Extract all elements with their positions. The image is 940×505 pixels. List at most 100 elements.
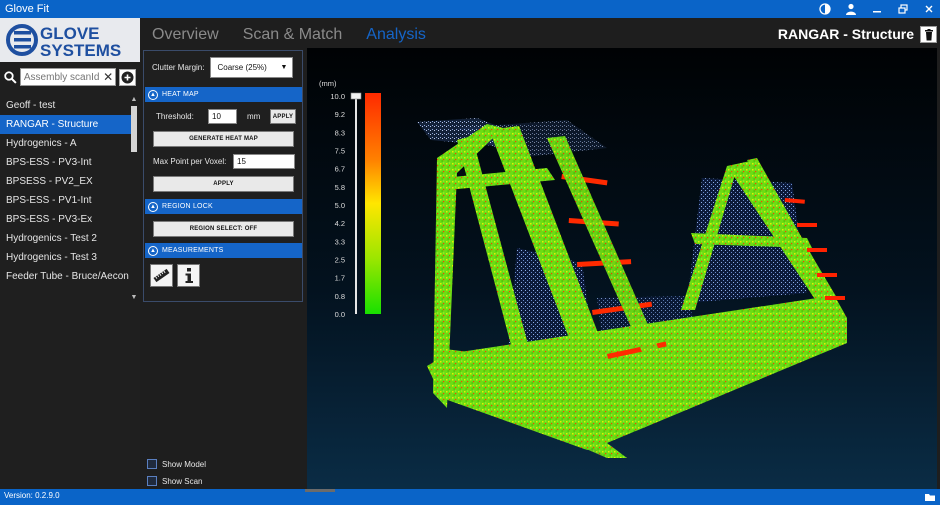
threshold-apply-button[interactable]: APPLY [270,109,296,124]
scroll-down-icon[interactable]: ▼ [130,294,138,302]
assembly-list-item[interactable]: Feeder Tube - Bruce/Aecon [0,267,131,286]
colorbar-tick-label: 6.7 [335,165,345,174]
collapse-icon: ▲ [148,245,158,256]
scroll-thumb[interactable] [131,106,137,152]
tab-overview[interactable]: Overview [152,26,219,44]
assembly-list-item[interactable]: BPS-ESS - PV1-Int [0,191,131,210]
colorbar-tick-label: 5.8 [335,183,345,192]
main-tabs: Overview Scan & Match Analysis [152,26,426,44]
show-model-checkbox[interactable] [147,459,157,469]
assembly-list-item[interactable]: Hydrogenics - Test 3 [0,248,131,267]
delete-button[interactable] [920,26,937,43]
colorbar-slider-track[interactable] [355,96,357,314]
search-icon [4,70,17,84]
logo-line2: SYSTEMS [40,41,121,60]
assembly-list-scrollbar[interactable]: ▲ ▼ [130,96,138,302]
clutter-margin-select[interactable]: Coarse (25%) ▼ [210,57,294,78]
max-point-row: Max Point per Voxel: 15 [153,154,295,169]
max-point-input[interactable]: 15 [233,154,295,169]
scroll-up-icon[interactable]: ▲ [130,96,138,104]
heat-map-section-header[interactable]: ▲ HEAT MAP [145,87,302,102]
assembly-list-item[interactable]: RANGAR - Structure [0,115,131,134]
assembly-list-item[interactable]: BPSESS - PV2_EX [0,172,131,191]
clutter-margin-value: Coarse (25%) [217,63,267,72]
restore-icon[interactable] [896,2,910,16]
colorbar-tick-label: 8.3 [335,128,345,137]
show-model-label: Show Model [162,459,207,469]
plus-circle-icon [121,71,134,83]
clutter-margin-label: Clutter Margin: [152,63,205,72]
title-bar: Glove Fit [0,0,940,18]
info-button[interactable] [177,264,200,287]
viewport-canvas[interactable]: (mm) 10.0 9.2 8.3 7.5 6.7 5.8 5.0 4.2 3.3 2.5 1.7 0… [307,48,937,489]
measurements-section-header[interactable]: ▲ MEASUREMENTS [145,243,302,258]
trash-icon [924,28,933,40]
colorbar-tick-label: 4.2 [335,219,345,228]
clutter-margin-row: Clutter Margin: Coarse (25%) ▼ [152,57,294,78]
structure-title: RANGAR - Structure [777,26,914,42]
show-scan-toggle[interactable]: Show Scan [147,476,202,486]
max-point-label: Max Point per Voxel: [153,157,227,166]
threshold-label: Threshold: [156,112,194,121]
region-select-button[interactable]: REGION SELECT: OFF [153,221,294,237]
search-input[interactable] [23,71,102,83]
show-scan-label: Show Scan [162,476,203,486]
analysis-controls: Clutter Margin: Coarse (25%) ▼ ▲ HEAT MA… [143,50,303,302]
info-icon [185,268,193,283]
version-text: Version: 0.2.9.0 [4,491,60,500]
user-icon[interactable] [844,2,858,16]
folder-icon[interactable] [924,491,936,503]
clear-search-icon[interactable]: ✕ [103,70,113,84]
colorbar-tick-label: 1.7 [335,274,345,283]
assembly-sidebar: GLOVE SYSTEMS ✕ Geoff - testRANGAR - Str… [0,18,140,489]
theme-toggle-icon[interactable] [818,2,832,16]
colorbar-tick-label: 2.5 [335,256,345,265]
show-scan-checkbox[interactable] [147,476,157,486]
colorbar-unit: (mm) [319,79,337,88]
glove-systems-logo: GLOVE SYSTEMS [0,18,140,62]
colorbar-slider-handle[interactable] [350,92,362,100]
close-icon[interactable] [922,2,936,16]
threshold-row: Threshold: 10 mm APPLY [156,109,296,124]
minimize-icon[interactable] [870,2,884,16]
colorbar-tick-label: 0.0 [335,310,345,319]
threshold-input[interactable]: 10 [208,109,237,124]
colorbar-tick-label: 5.0 [335,201,345,210]
window-title: Glove Fit [5,3,50,15]
status-bar: Version: 0.2.9.0 [0,489,940,505]
point-cloud-model [417,118,847,458]
point-cloud-viewport[interactable]: (mm) 10.0 9.2 8.3 7.5 6.7 5.8 5.0 4.2 3.3 2.5 1.7 0… [307,48,937,489]
chevron-down-icon: ▼ [280,64,288,71]
search-field: ✕ [19,68,117,86]
assembly-list: Geoff - test RANGAR - Structure Hydrogenic… [0,96,140,286]
collapse-icon: ▲ [148,201,158,212]
colorbar-tick-label: 3.3 [335,237,345,246]
colorbar-tick-label: 7.5 [335,147,345,156]
assembly-list-item[interactable]: Hydrogenics - A [0,134,131,153]
colorbar-gradient [365,93,381,314]
tab-analysis[interactable]: Analysis [366,26,426,44]
region-lock-section-header[interactable]: ▲ REGION LOCK [145,199,302,214]
collapse-icon: ▲ [148,89,158,100]
assembly-list-item[interactable]: Hydrogenics - Test 2 [0,229,131,248]
assembly-list-item[interactable]: Geoff - test [0,96,131,115]
threshold-unit: mm [247,112,261,121]
region-lock-section-title: REGION LOCK [162,203,213,210]
assembly-list-item[interactable]: BPS-ESS - PV3-Ex [0,210,131,229]
add-assembly-button[interactable] [119,68,136,86]
ruler-button[interactable] [150,264,173,287]
max-point-apply-button[interactable]: APPLY [153,176,294,192]
colorbar-legend: (mm) 10.0 9.2 8.3 7.5 6.7 5.8 5.0 4.2 3.3 2.5 1.7 0… [319,79,381,319]
measurements-section-title: MEASUREMENTS [162,247,224,254]
show-model-toggle[interactable]: Show Model [147,459,206,469]
tab-scan-match[interactable]: Scan & Match [243,26,343,44]
colorbar-tick-label: 9.2 [335,110,345,119]
assembly-list-item[interactable]: BPS-ESS - PV3-Int [0,153,131,172]
colorbar-tick-label: 10.0 [330,92,345,101]
colorbar-tick-label: 0.8 [335,292,345,301]
heat-map-section-title: HEAT MAP [162,91,199,98]
search-row: ✕ [4,68,136,86]
generate-heat-map-button[interactable]: GENERATE HEAT MAP [153,131,294,147]
app-window: Glove Fit GLOVE SYSTEMS Assembly scanId … [0,0,940,505]
resize-handle[interactable] [305,489,335,492]
